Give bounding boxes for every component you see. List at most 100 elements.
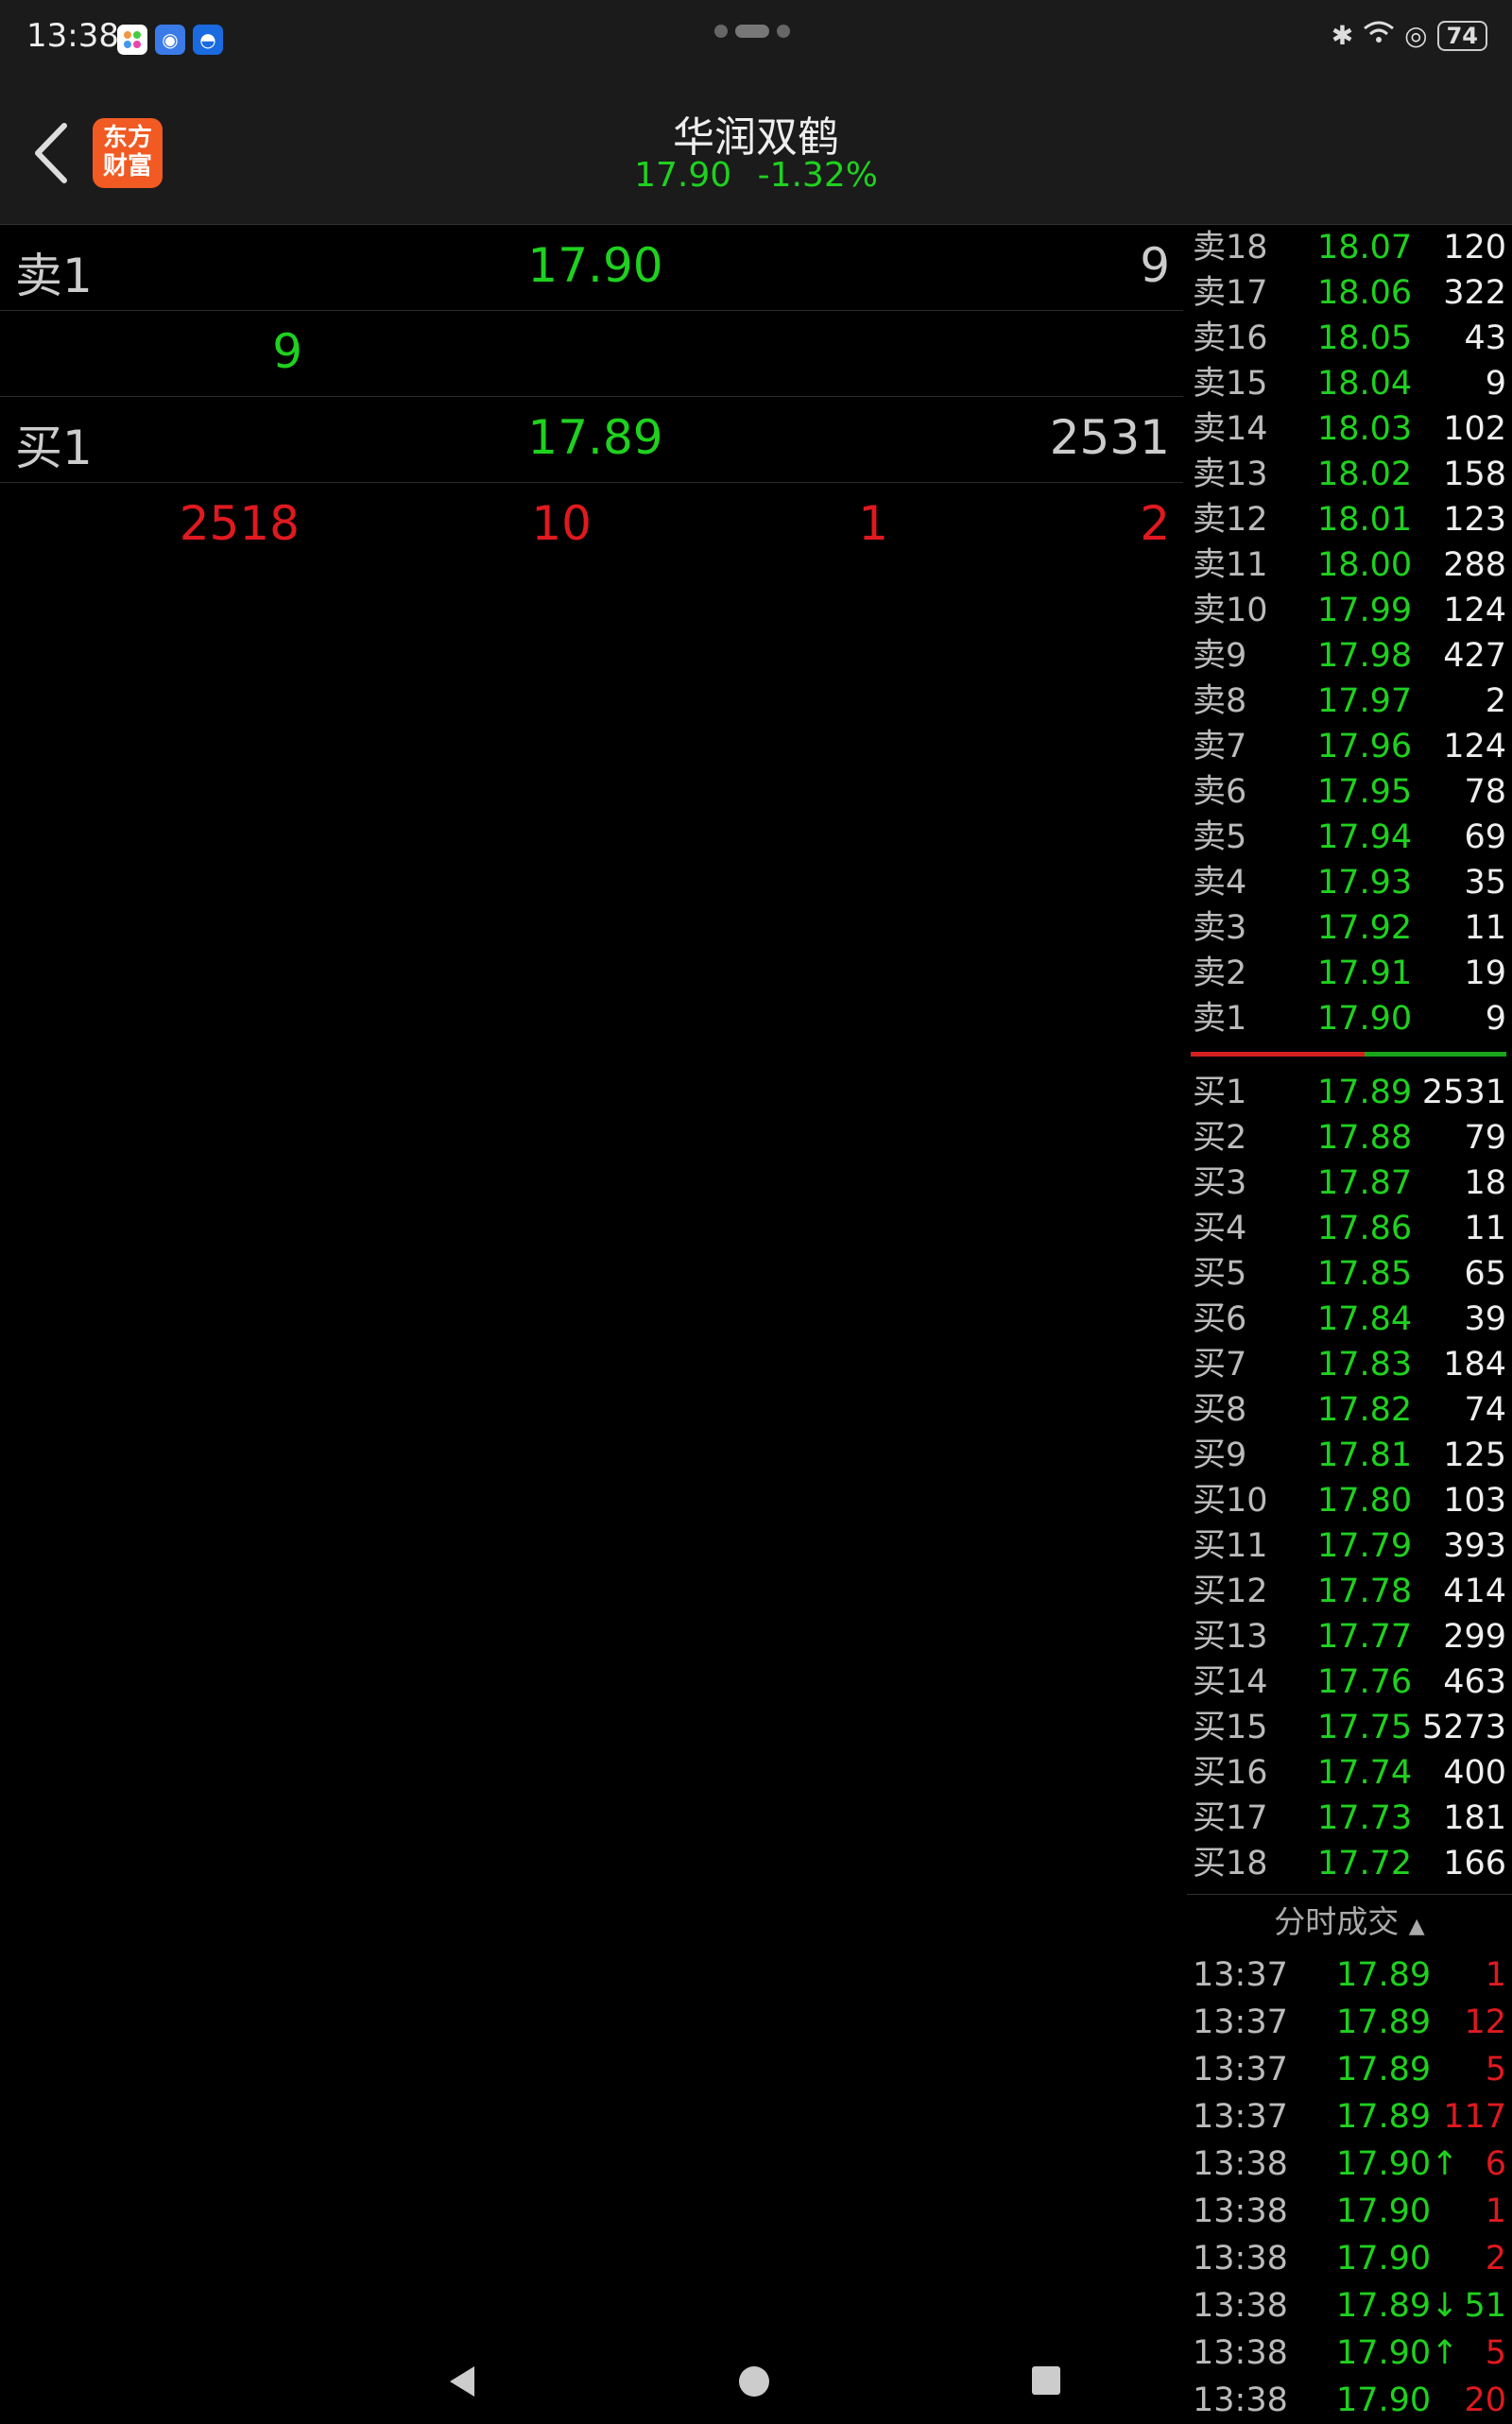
buy-order-row[interactable]: 买2 17.88 79 — [1187, 1115, 1512, 1160]
buy-order-row[interactable]: 买9 17.81 125 — [1187, 1433, 1512, 1478]
sell-order-row[interactable]: 卖14 18.03 102 — [1187, 406, 1512, 452]
level1-panel: 卖1 17.90 9 9 买1 17.89 2531 2518 10 1 2 — [0, 225, 1183, 568]
order-volume: 322 — [1443, 274, 1506, 312]
circle-home-icon[interactable] — [737, 2364, 771, 2398]
sell-order-row[interactable]: 卖16 18.05 43 — [1187, 316, 1512, 361]
order-volume: 125 — [1443, 1436, 1506, 1474]
ticks-header[interactable]: 分时成交 ▲ — [1187, 1894, 1512, 1951]
buy-orders: 买1 17.89 2531 买2 17.88 79 买3 17.87 18 买4 17.86 11 买5… — [1187, 1070, 1512, 1886]
buy-order-row[interactable]: 买12 17.78 414 — [1187, 1569, 1512, 1614]
order-label: 买16 — [1193, 1754, 1268, 1792]
order-volume: 78 — [1464, 773, 1506, 811]
buy-order-row[interactable]: 买5 17.85 65 — [1187, 1251, 1512, 1297]
sell1-row[interactable]: 卖1 17.90 9 — [0, 225, 1183, 311]
tick-row[interactable]: 13:37 17.89 1 — [1187, 1951, 1512, 1999]
square-recent-icon[interactable] — [1030, 2364, 1062, 2397]
triangle-back-icon[interactable] — [446, 2364, 478, 2398]
sell-order-row[interactable]: 卖12 18.01 123 — [1187, 497, 1512, 542]
tick-volume: 1 — [1485, 2192, 1506, 2230]
tick-price: 17.89 — [1336, 2098, 1432, 2136]
buy-order-row[interactable]: 买18 17.72 166 — [1187, 1841, 1512, 1886]
buy-order-row[interactable]: 买11 17.79 393 — [1187, 1523, 1512, 1569]
buy-order-row[interactable]: 买4 17.86 11 — [1187, 1206, 1512, 1251]
order-volume: 120 — [1443, 229, 1506, 266]
tick-row[interactable]: 13:38 17.90 2 — [1187, 2235, 1512, 2282]
stock-name: 华润双鹤 — [673, 113, 839, 162]
tick-row[interactable]: 13:37 17.89 117 — [1187, 2093, 1512, 2140]
sell1-price: 17.90 — [527, 238, 663, 293]
sell-order-row[interactable]: 卖5 17.94 69 — [1187, 815, 1512, 860]
tick-row[interactable]: 13:37 17.89 12 — [1187, 1999, 1512, 2046]
order-volume: 184 — [1443, 1346, 1506, 1384]
sell-order-row[interactable]: 卖9 17.98 427 — [1187, 633, 1512, 679]
order-label: 卖6 — [1193, 773, 1247, 811]
order-volume: 69 — [1464, 818, 1506, 856]
order-label: 卖10 — [1193, 592, 1268, 629]
order-volume: 39 — [1464, 1300, 1506, 1338]
buy-order-row[interactable]: 买3 17.87 18 — [1187, 1160, 1512, 1206]
sell-order-row[interactable]: 卖6 17.95 78 — [1187, 769, 1512, 815]
order-label: 卖4 — [1193, 864, 1247, 902]
buy-queue-row[interactable]: 2518 10 1 2 — [0, 483, 1183, 568]
buy-order-row[interactable]: 买10 17.80 103 — [1187, 1478, 1512, 1523]
order-price: 17.94 — [1317, 818, 1413, 856]
order-volume: 2531 — [1421, 1074, 1506, 1111]
sell-order-row[interactable]: 卖11 18.00 288 — [1187, 542, 1512, 588]
order-price: 17.97 — [1317, 682, 1413, 720]
buy-ratio — [1191, 1052, 1365, 1057]
buy-order-row[interactable]: 买16 17.74 400 — [1187, 1750, 1512, 1796]
order-label: 买14 — [1193, 1663, 1268, 1701]
buy-order-row[interactable]: 买17 17.73 181 — [1187, 1796, 1512, 1841]
order-volume: 2 — [1485, 682, 1506, 720]
buy1-row[interactable]: 买1 17.89 2531 — [0, 397, 1183, 483]
order-price: 18.01 — [1317, 501, 1413, 539]
tick-row[interactable]: 13:38 17.89↓ 51 — [1187, 2282, 1512, 2329]
sell-order-row[interactable]: 卖1 17.90 9 — [1187, 996, 1512, 1041]
sell-order-row[interactable]: 卖13 18.02 158 — [1187, 452, 1512, 497]
sell-order-row[interactable]: 卖18 18.07 120 — [1187, 225, 1512, 270]
sell-order-row[interactable]: 卖8 17.97 2 — [1187, 679, 1512, 724]
sell1-volume: 9 — [1140, 238, 1170, 293]
tick-volume: 2 — [1485, 2240, 1506, 2278]
sell-order-row[interactable]: 卖15 18.04 9 — [1187, 361, 1512, 406]
buy-order-row[interactable]: 买6 17.84 39 — [1187, 1297, 1512, 1342]
buy1-label: 买1 — [15, 421, 93, 475]
sell-order-row[interactable]: 卖17 18.06 322 — [1187, 270, 1512, 316]
tick-volume: 117 — [1443, 2098, 1506, 2136]
order-label: 卖2 — [1193, 954, 1247, 992]
navigation-bar — [0, 2344, 1512, 2419]
sell-order-row[interactable]: 卖7 17.96 124 — [1187, 724, 1512, 769]
order-label: 买15 — [1193, 1709, 1268, 1746]
sell-order-row[interactable]: 卖4 17.93 35 — [1187, 860, 1512, 905]
tick-row[interactable]: 13:38 17.90↑ 6 — [1187, 2140, 1512, 2188]
tick-time: 13:37 — [1193, 2098, 1288, 2136]
order-price: 17.88 — [1317, 1119, 1413, 1157]
order-label: 买18 — [1193, 1845, 1268, 1882]
buy-order-row[interactable]: 买8 17.82 74 — [1187, 1387, 1512, 1433]
buy-order-row[interactable]: 买14 17.76 463 — [1187, 1659, 1512, 1705]
tick-volume: 12 — [1464, 2003, 1506, 2041]
tick-volume: 5 — [1485, 2051, 1506, 2089]
buy-order-row[interactable]: 买7 17.83 184 — [1187, 1342, 1512, 1387]
buy-order-row[interactable]: 买15 17.75 5273 — [1187, 1705, 1512, 1750]
buy-order-row[interactable]: 买13 17.77 299 — [1187, 1614, 1512, 1659]
sell-order-row[interactable]: 卖2 17.91 19 — [1187, 951, 1512, 996]
order-price: 17.76 — [1317, 1663, 1413, 1701]
buy1-volume: 2531 — [1049, 410, 1170, 465]
tick-price: 17.89 — [1336, 2051, 1432, 2089]
tick-row[interactable]: 13:38 17.90 1 — [1187, 2188, 1512, 2235]
tick-row[interactable]: 13:37 17.89 5 — [1187, 2046, 1512, 2093]
order-label: 卖7 — [1193, 728, 1247, 765]
order-book: 卖18 18.07 120 卖17 18.06 322 卖16 18.05 43 卖15 18.04… — [1187, 225, 1512, 2424]
sell-order-row[interactable]: 卖10 17.99 124 — [1187, 588, 1512, 633]
sell-order-row[interactable]: 卖3 17.92 11 — [1187, 905, 1512, 951]
sell-queue-row[interactable]: 9 — [0, 311, 1183, 397]
sell-ratio — [1365, 1052, 1506, 1057]
ticks-header-label: 分时成交 — [1274, 1903, 1400, 1940]
buy-order-row[interactable]: 买1 17.89 2531 — [1187, 1070, 1512, 1115]
order-volume: 79 — [1464, 1119, 1506, 1157]
order-price: 17.95 — [1317, 773, 1413, 811]
order-price: 17.82 — [1317, 1391, 1413, 1429]
tick-time: 13:38 — [1193, 2240, 1288, 2278]
order-volume: 9 — [1485, 365, 1506, 403]
